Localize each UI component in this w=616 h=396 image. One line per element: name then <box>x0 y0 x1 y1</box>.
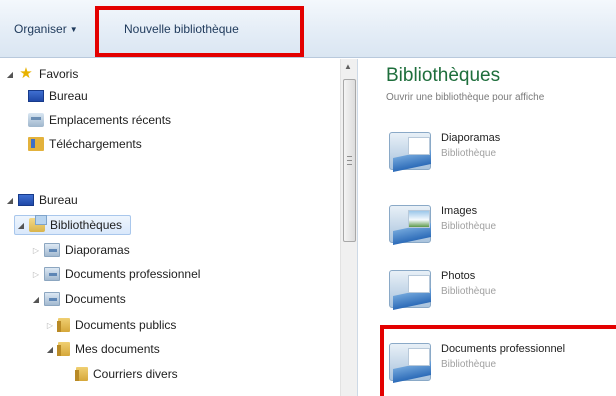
expand-arrow-icon[interactable]: ◢ <box>4 70 16 79</box>
folder-icon <box>57 318 70 332</box>
library-item-professional-documents[interactable]: Documents professionnel Bibliothèque <box>389 337 614 389</box>
library-name: Diaporamas <box>441 132 501 144</box>
images-library-icon <box>389 205 431 243</box>
folder-icon <box>57 342 70 356</box>
expand-arrow-icon[interactable]: ◢ <box>15 221 27 230</box>
nav-item-label: Documents <box>65 292 126 306</box>
expand-arrow-icon[interactable]: ◢ <box>44 345 56 354</box>
library-icon <box>389 270 431 308</box>
library-name: Documents professionnel <box>441 343 566 355</box>
nav-item-label: Bureau <box>49 89 88 103</box>
nav-item-documents[interactable]: ◢ Documents <box>30 289 126 309</box>
new-library-button[interactable]: Nouvelle bibliothèque <box>124 22 239 36</box>
nav-item-label: Emplacements récents <box>49 113 172 127</box>
library-type: Bibliothèque <box>441 148 497 159</box>
collapse-arrow-icon[interactable]: ▷ <box>30 246 42 255</box>
nav-item-public-documents[interactable]: ▷ Documents publics <box>44 315 176 335</box>
library-icon <box>44 292 60 306</box>
nav-item-label: Favoris <box>39 67 79 81</box>
collapse-arrow-icon[interactable]: ▷ <box>30 270 42 279</box>
folder-icon <box>75 367 88 381</box>
library-name: Images <box>441 205 478 217</box>
nav-item-my-documents[interactable]: ◢ Mes documents <box>44 339 160 359</box>
nav-item-downloads[interactable]: Téléchargements <box>26 134 142 154</box>
collapse-arrow-icon[interactable]: ▷ <box>44 321 56 330</box>
libraries-icon <box>29 215 47 232</box>
command-bar: Organiser ▼ Nouvelle bibliothèque <box>0 0 616 58</box>
library-icon <box>389 132 431 170</box>
page-title: Bibliothèques <box>386 65 501 86</box>
nav-item-label: Mes documents <box>75 342 160 356</box>
library-item-photos[interactable]: Photos Bibliothèque <box>389 264 614 316</box>
nav-item-label: Documents professionnel <box>65 267 201 281</box>
nav-scrollbar[interactable]: ▲ <box>340 59 358 396</box>
navigation-pane: ◢ ★ Favoris Bureau Emplacements récents … <box>0 59 340 396</box>
star-icon: ★ <box>19 65 33 82</box>
library-name: Photos <box>441 270 476 282</box>
expand-arrow-icon[interactable]: ◢ <box>4 196 16 205</box>
nav-item-label: Bibliothèques <box>50 218 123 232</box>
nav-item-label: Courriers divers <box>93 367 178 381</box>
nav-item-label: Téléchargements <box>49 137 142 151</box>
nav-item-label: Diaporamas <box>65 243 130 257</box>
nav-item-libraries[interactable]: ◢ Bibliothèques <box>14 215 132 235</box>
organise-button[interactable]: Organiser ▼ <box>14 22 78 36</box>
scroll-thumb[interactable] <box>343 79 356 242</box>
expand-arrow-icon[interactable]: ◢ <box>30 295 42 304</box>
nav-item-professional-documents[interactable]: ▷ Documents professionnel <box>30 264 200 284</box>
nav-item-favorites[interactable]: ◢ ★ Favoris <box>4 64 78 84</box>
library-item-images[interactable]: Images Bibliothèque <box>389 199 614 251</box>
desktop-icon <box>28 90 44 102</box>
nav-item-desktop-favorite[interactable]: Bureau <box>26 86 88 106</box>
library-icon <box>44 267 60 281</box>
page-subtitle: Ouvrir une bibliothèque pour affiche <box>386 92 545 103</box>
nav-item-recent-places[interactable]: Emplacements récents <box>26 110 171 130</box>
nav-item-label: Documents publics <box>75 318 177 332</box>
library-type: Bibliothèque <box>441 221 497 232</box>
library-icon <box>44 243 60 257</box>
nav-item-misc-letters[interactable]: Courriers divers <box>74 364 178 384</box>
library-type: Bibliothèque <box>441 359 497 370</box>
library-item-diaporamas[interactable]: Diaporamas Bibliothèque <box>389 126 614 178</box>
scroll-up-icon[interactable]: ▲ <box>344 62 352 71</box>
content-pane: Bibliothèques Ouvrir une bibliothèque po… <box>359 59 616 396</box>
library-icon <box>389 343 431 381</box>
nav-item-diaporamas[interactable]: ▷ Diaporamas <box>30 240 130 260</box>
new-library-label: Nouvelle bibliothèque <box>124 22 239 36</box>
dropdown-arrow-icon: ▼ <box>69 25 78 34</box>
organise-label: Organiser <box>14 22 67 36</box>
nav-item-desktop[interactable]: ◢ Bureau <box>4 190 78 210</box>
grip-icon <box>347 156 352 165</box>
downloads-icon <box>28 137 44 151</box>
nav-item-label: Bureau <box>39 193 78 207</box>
desktop-icon <box>18 194 34 206</box>
recent-places-icon <box>28 113 44 127</box>
library-type: Bibliothèque <box>441 286 497 297</box>
